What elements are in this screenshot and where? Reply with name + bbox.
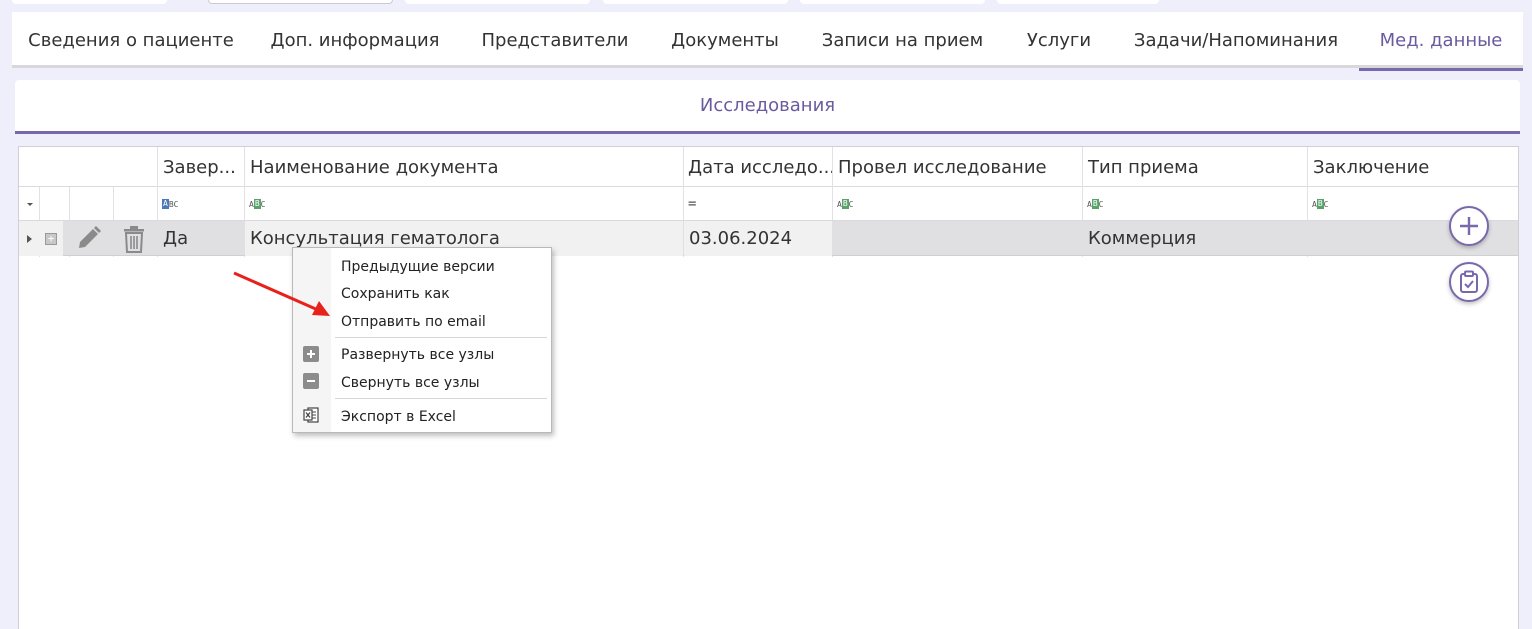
text-filter-icon: ABC bbox=[249, 199, 266, 209]
filter-conducted-by[interactable]: ABC bbox=[833, 187, 1082, 221]
menu-item-label: Развернуть все узлы bbox=[341, 346, 495, 363]
cell-study-date: 03.06.2024 bbox=[689, 228, 793, 249]
text-filter-icon: ABC bbox=[162, 199, 179, 209]
tab-patient-info[interactable]: Сведения о пациенте bbox=[12, 12, 250, 68]
filter-document-name[interactable]: ABC bbox=[245, 187, 683, 221]
cell-visit-type: Коммерция bbox=[1088, 228, 1197, 249]
menu-item-label: Экспорт в Excel bbox=[341, 408, 456, 425]
tab-label: Задачи/Напоминания bbox=[1133, 29, 1339, 51]
column-header-conducted-by[interactable]: Провел исследование bbox=[833, 147, 1083, 187]
menu-item-label: Отправить по email bbox=[341, 313, 486, 330]
column-header-conclusion[interactable]: Заключение bbox=[1308, 147, 1518, 187]
column-header-label: Провел исследование bbox=[838, 156, 1047, 178]
tab-tasks-reminders[interactable]: Задачи/Напоминания bbox=[1113, 12, 1359, 68]
menu-item-label: Сохранить как bbox=[341, 285, 450, 302]
column-header-document-name[interactable]: Наименование документа bbox=[245, 147, 683, 187]
menu-item-label: Свернуть все узлы bbox=[341, 374, 480, 391]
tab-label: Документы bbox=[671, 29, 779, 51]
tab-additional-info[interactable]: Доп. информация bbox=[250, 12, 460, 68]
top-strip bbox=[0, 0, 1532, 10]
plus-icon bbox=[1460, 217, 1478, 235]
menu-item-previous-versions[interactable]: Предыдущие версии bbox=[331, 253, 551, 280]
filter-study-date[interactable]: = bbox=[684, 187, 832, 221]
tab-label: Записи на прием bbox=[821, 29, 984, 51]
menu-item-export-excel[interactable]: Экспорт в Excel bbox=[331, 403, 551, 430]
tab-label: Сведения о пациенте bbox=[28, 29, 234, 51]
filter-menu-button[interactable] bbox=[21, 187, 39, 221]
clipboard-check-icon bbox=[1460, 270, 1478, 293]
text-filter-icon: ABC bbox=[1087, 199, 1104, 209]
column-header-label: Дата исследо... bbox=[688, 156, 833, 178]
text-filter-icon: ABC bbox=[1312, 199, 1329, 209]
column-header-label: Наименование документа bbox=[250, 156, 499, 178]
tab-appointments[interactable]: Записи на прием bbox=[800, 12, 1005, 68]
caret-down-icon bbox=[27, 203, 33, 206]
filter-visit-type[interactable]: ABC bbox=[1083, 187, 1307, 221]
column-header-label: Заключение bbox=[1313, 156, 1430, 178]
column-header-label: Тип приема bbox=[1088, 156, 1199, 178]
section-header: Исследования bbox=[15, 80, 1520, 134]
column-header-visit-type[interactable]: Тип приема bbox=[1083, 147, 1308, 187]
studies-grid: Завер... Наименование документа Дата исс… bbox=[18, 146, 1519, 629]
text-filter-icon: ABC bbox=[837, 199, 854, 209]
excel-icon bbox=[303, 407, 319, 423]
collapse-icon bbox=[303, 373, 319, 389]
checklist-button[interactable] bbox=[1449, 262, 1489, 302]
equals-filter-icon: = bbox=[688, 196, 697, 212]
expand-icon bbox=[303, 346, 319, 362]
column-header-study-date[interactable]: Дата исследо... bbox=[683, 147, 833, 187]
menu-item-save-as[interactable]: Сохранить как bbox=[331, 280, 551, 307]
add-button[interactable] bbox=[1449, 206, 1489, 246]
tab-label: Мед. данные bbox=[1379, 29, 1503, 51]
expand-row-button[interactable]: + bbox=[45, 233, 57, 245]
tab-bar: Сведения о пациенте Доп. информация Пред… bbox=[12, 12, 1523, 71]
menu-item-collapse-all[interactable]: Свернуть все узлы bbox=[331, 369, 551, 396]
tab-med-data[interactable]: Мед. данные bbox=[1359, 12, 1523, 71]
cell-conducted-by bbox=[833, 221, 838, 256]
table-row[interactable]: + Да Консультация гематолога 03.06.2024 … bbox=[19, 221, 1518, 256]
menu-item-label: Предыдущие версии bbox=[341, 258, 495, 275]
tab-representatives[interactable]: Представители bbox=[460, 12, 650, 68]
column-header-completed[interactable]: Завер... bbox=[158, 147, 244, 187]
tab-label: Доп. информация bbox=[270, 29, 440, 51]
pencil-icon[interactable] bbox=[75, 226, 103, 252]
tab-services[interactable]: Услуги bbox=[1005, 12, 1113, 68]
filter-row: A BC ABC = ABC ABC ABC bbox=[19, 187, 1518, 221]
menu-item-expand-all[interactable]: Развернуть все узлы bbox=[331, 341, 551, 368]
trash-icon[interactable] bbox=[122, 225, 146, 253]
tab-label: Услуги bbox=[1026, 29, 1092, 51]
menu-item-send-email[interactable]: Отправить по email bbox=[331, 308, 551, 335]
section-title[interactable]: Исследования bbox=[700, 95, 835, 116]
annotation-arrow-icon bbox=[233, 271, 330, 316]
cell-conclusion bbox=[1308, 221, 1313, 256]
column-header-label: Завер... bbox=[163, 156, 236, 178]
filter-completed[interactable]: A BC bbox=[158, 187, 244, 221]
tab-label: Представители bbox=[481, 29, 629, 51]
cell-completed: Да bbox=[163, 228, 189, 249]
row-caret-icon[interactable] bbox=[24, 233, 34, 245]
tab-documents[interactable]: Документы bbox=[650, 12, 800, 68]
